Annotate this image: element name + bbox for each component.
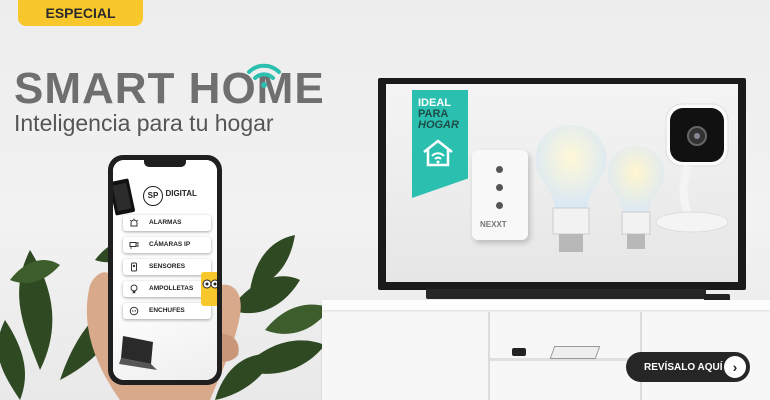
smart-plug: NEXXT (472, 150, 528, 240)
cta-label: REVÍSALO AQUÍ (644, 361, 723, 373)
soundbar (426, 289, 706, 299)
menu-item-camaras-ip[interactable]: CÁMARAS IP (123, 237, 211, 253)
plug-icon (129, 306, 139, 316)
logo-mark: SP (143, 186, 163, 206)
smart-home-icon (423, 139, 453, 167)
menu-label: ALARMAS (149, 219, 182, 226)
brand-label: NEXXT (480, 220, 507, 229)
especial-badge: ESPECIAL (18, 0, 143, 26)
menu-item-enchufes[interactable]: ENCHUFES (123, 303, 211, 319)
bulb-1 (535, 125, 607, 252)
title-text-1: SMART H (14, 64, 222, 113)
phone-screen: SP DIGITAL ALARMAS CÁMARAS IP SENSORES A… (113, 160, 217, 380)
chevron-right-icon: › (724, 356, 746, 378)
menu-item-ampolletas[interactable]: AMPOLLETAS (123, 281, 211, 297)
menu-label: SENSORES (149, 263, 186, 270)
remote-on-shelf (512, 348, 526, 356)
cabinet-top (322, 300, 770, 310)
menu-label: CÁMARAS IP (149, 241, 191, 248)
menu-item-sensores[interactable]: SENSORES (123, 259, 211, 275)
sp-digital-logo: SP DIGITAL (143, 185, 197, 206)
tablet-on-shelf (549, 346, 601, 359)
tablet-graphic (113, 178, 135, 216)
tag-line-3: HOGAR (418, 119, 459, 131)
ip-camera (655, 103, 729, 233)
revisalo-aqui-button[interactable]: REVÍSALO AQUÍ › (626, 352, 750, 382)
menu-label: ENCHUFES (149, 307, 185, 314)
camera-icon (129, 241, 139, 249)
wifi-icon (247, 63, 281, 88)
phone-notch (144, 160, 186, 167)
logo-text: DIGITAL (165, 189, 197, 199)
sensor-icon (131, 262, 137, 272)
cabinet-divider-left (488, 312, 490, 400)
siren-icon (129, 218, 139, 227)
banner: ESPECIAL SMART HOME Inteligencia para tu… (0, 0, 770, 400)
ideal-para-hogar-tag: IDEAL PARA HOGAR (412, 90, 468, 198)
tv-screen: IDEAL PARA HOGAR NEXXT (386, 84, 738, 282)
television: IDEAL PARA HOGAR NEXXT (378, 78, 746, 290)
hero-subtitle: Inteligencia para tu hogar (14, 110, 274, 136)
bulb-icon (130, 284, 138, 294)
menu-item-alarmas[interactable]: ALARMAS (123, 215, 211, 231)
laptop-graphic (119, 336, 157, 370)
smartphone: SP DIGITAL ALARMAS CÁMARAS IP SENSORES A… (108, 155, 222, 385)
app-menu: ALARMAS CÁMARAS IP SENSORES AMPOLLETAS E… (123, 215, 211, 325)
menu-label: AMPOLLETAS (149, 285, 194, 292)
sensor-mascot-graphic (201, 272, 217, 306)
